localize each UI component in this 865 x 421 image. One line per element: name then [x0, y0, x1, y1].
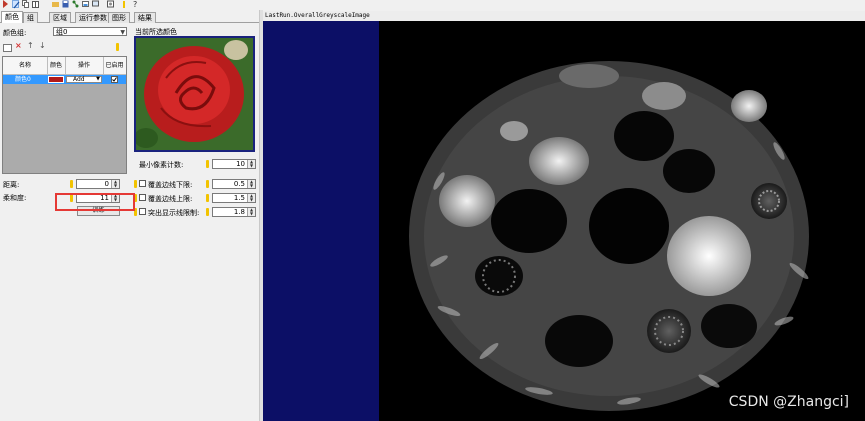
display-icon[interactable]: [92, 0, 99, 8]
highlight-annotation-box: [55, 193, 135, 211]
color-group-value: 组0: [56, 28, 68, 36]
run-icon[interactable]: [2, 0, 9, 8]
svg-text:?: ?: [133, 0, 137, 8]
greyscale-result-image: [409, 61, 809, 411]
edit-icon[interactable]: [122, 0, 129, 8]
pencil-icon: [206, 180, 209, 188]
coverage-upper-input[interactable]: 1.5 ▲ ▼: [212, 193, 256, 203]
action-select[interactable]: Add ▼: [66, 76, 102, 83]
chevron-down-icon: ▼: [120, 29, 125, 36]
coverage-lower-input[interactable]: 0.5 ▲ ▼: [212, 179, 256, 189]
min-pixel-count-label: 最小像素计数:: [139, 161, 184, 169]
col-header-enabled: 已启用: [105, 62, 124, 69]
coverage-lower-checkbox[interactable]: [139, 180, 146, 187]
coverage-lower-label: 覆盖边线下限:: [148, 181, 193, 189]
edit-pencil-icon[interactable]: [116, 43, 119, 51]
grid-icon[interactable]: [32, 0, 39, 8]
distance-label: 距离:: [3, 181, 20, 189]
highlight-limit-checkbox[interactable]: [139, 208, 146, 215]
tab-group[interactable]: 组: [23, 12, 38, 23]
color-preview-image: [134, 36, 255, 152]
coverage-upper-value: 1.5: [233, 194, 245, 202]
pencil-icon: [134, 180, 137, 188]
color-group-label: 颜色组:: [3, 29, 27, 37]
tab-color[interactable]: 颜色: [1, 11, 23, 23]
rose-image: [136, 38, 253, 150]
image-icon[interactable]: [82, 0, 89, 8]
network-icon[interactable]: [72, 0, 79, 8]
color-table: 名称 颜色 操作 已启用 颜色0 Add ▼: [2, 56, 127, 174]
graphic-icon[interactable]: [107, 0, 114, 8]
tab-graphics[interactable]: 图形: [108, 12, 130, 23]
highlight-limit-label: 突出显示线限制:: [148, 209, 200, 217]
delete-icon[interactable]: ×: [15, 41, 22, 50]
pointer-tool-icon[interactable]: [12, 0, 20, 9]
coverage-lower-spinner[interactable]: ▲ ▼: [247, 180, 255, 188]
tab-run-params[interactable]: 运行参数: [75, 12, 111, 23]
toolbar: ?: [0, 0, 260, 10]
color-swatch[interactable]: [48, 76, 64, 83]
col-header-name: 名称: [3, 57, 48, 74]
enabled-checkbox[interactable]: [111, 76, 118, 83]
coverage-upper-checkbox[interactable]: [139, 194, 146, 201]
watermark: CSDN @Zhangci]: [728, 394, 849, 410]
min-pixel-count-value: 10: [236, 160, 245, 168]
color-group-select[interactable]: 组0 ▼: [53, 27, 127, 36]
tab-results[interactable]: 结果: [134, 12, 156, 23]
pencil-icon: [206, 208, 209, 216]
col-header-action: 操作: [65, 57, 104, 74]
highlight-limit-input[interactable]: 1.8 ▲ ▼: [212, 207, 256, 217]
coverage-upper-label: 覆盖边线上限:: [148, 195, 193, 203]
table-row[interactable]: 颜色0 Add ▼: [3, 75, 126, 84]
save-icon[interactable]: [62, 0, 69, 8]
move-up-icon[interactable]: ↑: [27, 41, 34, 50]
chevron-down-icon: ▼: [96, 76, 100, 82]
tab-region[interactable]: 区域: [49, 12, 71, 23]
viewer-title: LastRun.OverallGreyscaleImage: [263, 11, 865, 21]
pencil-icon: [206, 194, 209, 202]
new-item-icon[interactable]: [3, 44, 12, 52]
open-folder-icon[interactable]: [52, 0, 59, 8]
image-border-region: [263, 21, 379, 421]
distance-spinner[interactable]: ▲ ▼: [111, 180, 119, 188]
coverage-lower-value: 0.5: [233, 180, 245, 188]
copy-icon[interactable]: [22, 0, 29, 8]
table-header: 名称 颜色 操作 已启用: [3, 57, 126, 75]
move-down-icon[interactable]: ↓: [39, 41, 46, 50]
highlight-limit-spinner[interactable]: ▲ ▼: [247, 208, 255, 216]
tab-bar: 颜色 组 区域 运行参数 图形 结果: [0, 11, 260, 23]
distance-input[interactable]: 0 ▲ ▼: [76, 179, 120, 189]
distance-value: 0: [104, 180, 109, 188]
col-header-color: 颜色: [47, 57, 66, 74]
action-value: Add: [73, 76, 85, 83]
coverage-upper-spinner[interactable]: ▲ ▼: [247, 194, 255, 202]
row-name: 颜色0: [15, 76, 31, 83]
min-pixel-count-spinner[interactable]: ▲ ▼: [247, 160, 255, 168]
greyscale-image-viewer[interactable]: [263, 21, 865, 421]
pencil-icon: [70, 180, 73, 188]
min-pixel-count-input[interactable]: 10 ▲ ▼: [212, 159, 256, 169]
highlight-limit-value: 1.8: [233, 208, 245, 216]
softness-label: 柔和度:: [3, 194, 27, 202]
help-icon[interactable]: ?: [132, 0, 139, 9]
pencil-icon: [206, 160, 209, 168]
